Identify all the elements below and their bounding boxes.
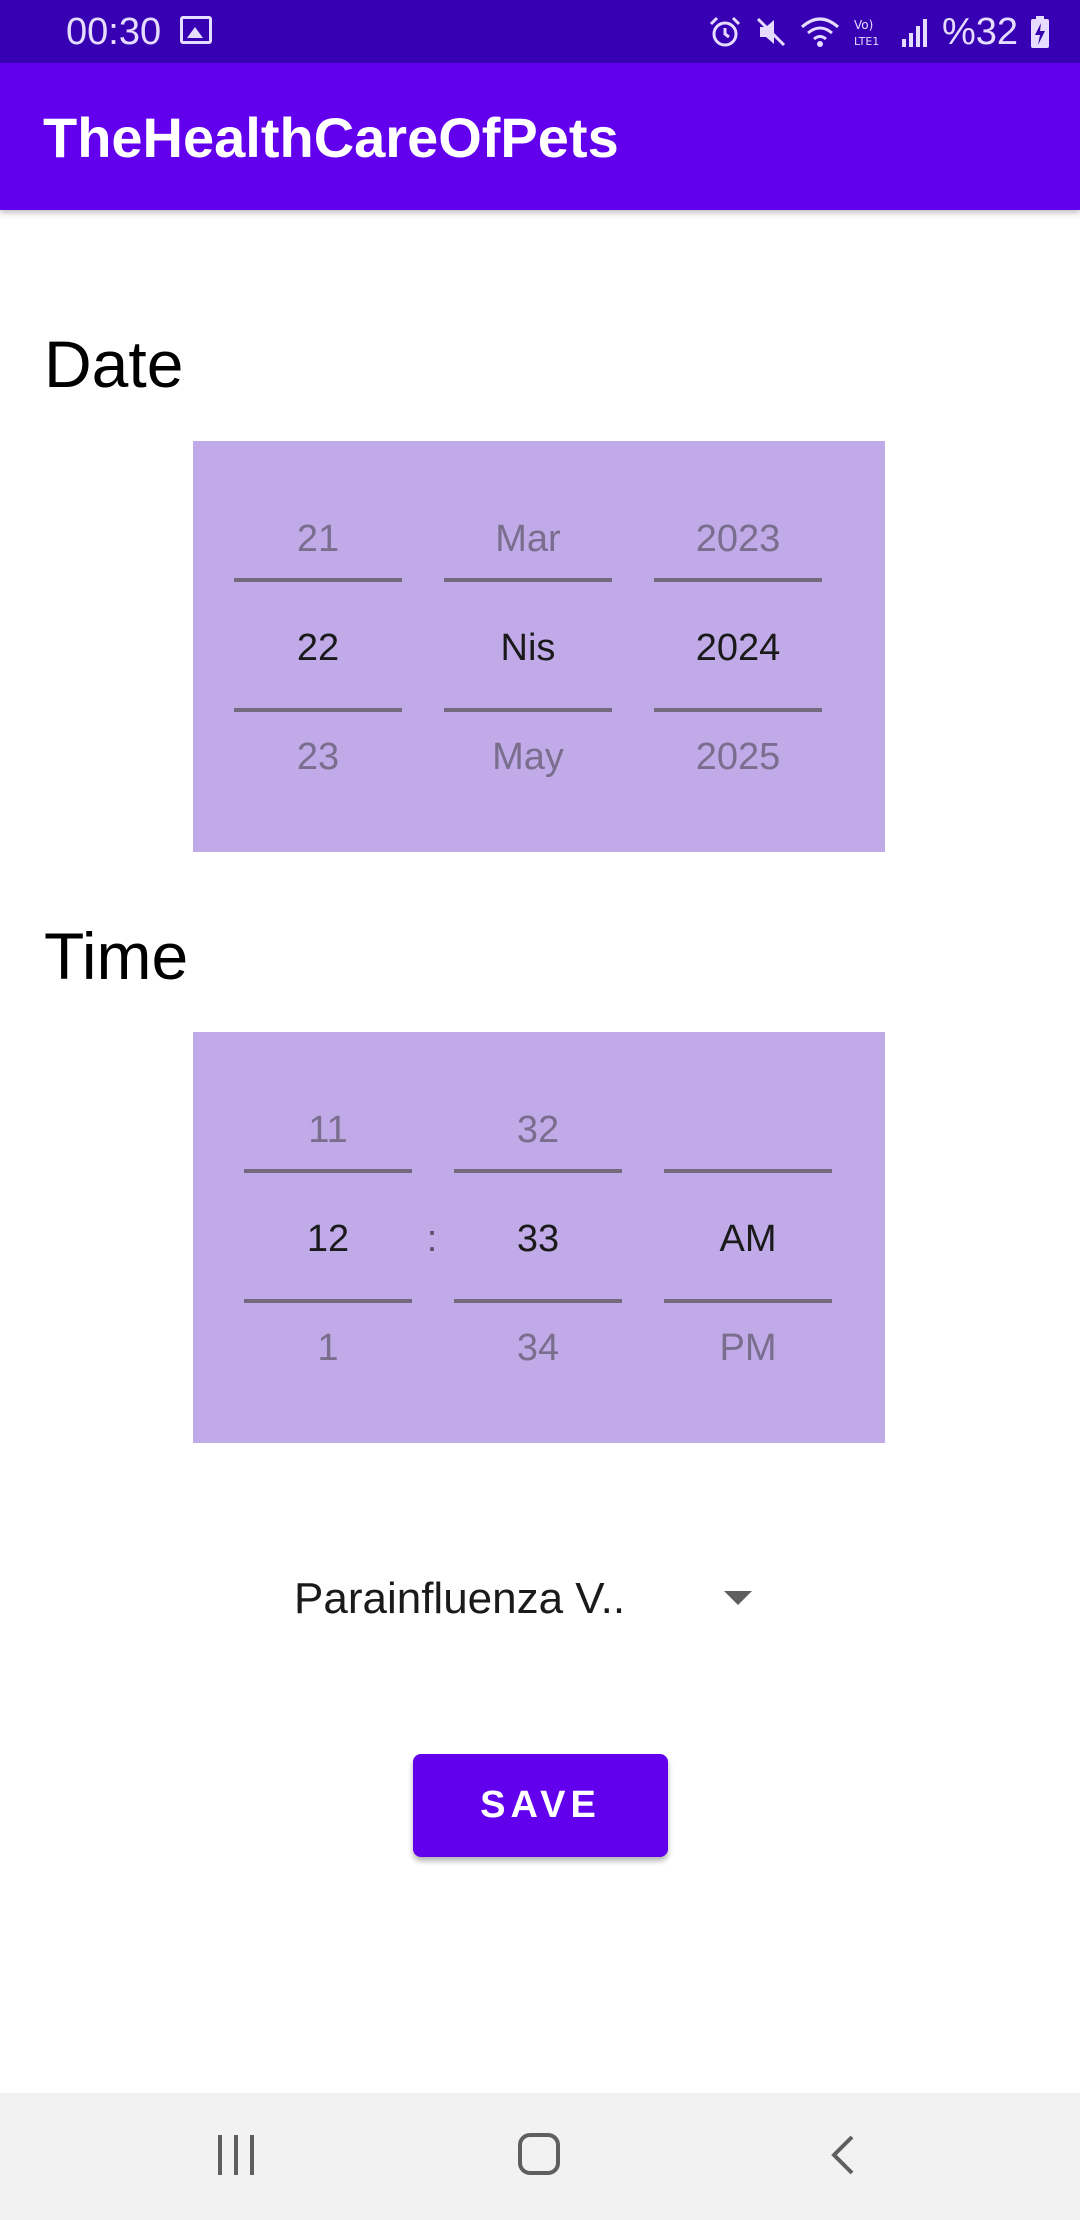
app-bar: TheHealthCareOfPets [0,63,1080,210]
day-next[interactable]: 23 [234,735,402,779]
svg-text:Vo): Vo) [854,18,873,32]
back-icon[interactable] [828,2135,858,2175]
vaccine-spinner[interactable]: Parainfluenza V.. [292,1560,762,1638]
wifi-icon [800,17,839,47]
svg-text:LTE1: LTE1 [854,35,879,48]
status-icons: Vo) LTE1 %32 [708,10,1050,54]
wheel-divider [244,1169,412,1173]
wheel-divider [654,708,822,712]
ampm-current[interactable]: AM [664,1217,832,1261]
hour-next[interactable]: 1 [244,1326,412,1370]
time-label: Time [44,919,189,993]
wheel-divider [454,1299,622,1303]
hour-prev[interactable]: 11 [244,1108,412,1152]
ampm-wheel[interactable]: AM PM [664,1032,832,1443]
save-button[interactable]: SAVE [413,1754,668,1857]
minute-prev[interactable]: 32 [454,1108,622,1152]
ampm-next[interactable]: PM [664,1326,832,1370]
spinner-selected-text: Parainfluenza V.. [294,1574,626,1623]
wheel-divider [234,578,402,582]
status-bar: 00:30 Vo) LTE1 %32 [0,0,1080,63]
battery-percent: %32 [941,11,1018,53]
date-picker: 21 22 23 Mar Nis May 2023 2024 2025 [193,441,885,852]
battery-charging-icon [1031,16,1049,48]
day-prev[interactable]: 21 [234,517,402,561]
day-wheel[interactable]: 21 22 23 [234,441,402,852]
time-separator: : [426,1218,438,1260]
year-wheel[interactable]: 2023 2024 2025 [654,441,822,852]
dropdown-arrow-icon [724,1591,752,1605]
navigation-bar [0,2093,1080,2220]
wheel-divider [244,1299,412,1303]
date-label: Date [44,327,184,401]
wheel-divider [654,578,822,582]
day-current[interactable]: 22 [234,626,402,670]
month-wheel[interactable]: Mar Nis May [444,441,612,852]
image-icon [180,16,212,44]
month-current[interactable]: Nis [444,626,612,670]
mute-icon [756,17,785,47]
time-picker: 11 12 1 : 32 33 34 AM PM [193,1032,885,1443]
home-icon[interactable] [518,2133,560,2175]
recent-apps-icon[interactable] [216,2135,256,2175]
wheel-divider [234,708,402,712]
year-current[interactable]: 2024 [654,626,822,670]
alarm-icon [709,16,740,47]
status-time: 00:30 [66,11,162,53]
wheel-divider [664,1169,832,1173]
wheel-divider [454,1169,622,1173]
wheel-divider [444,708,612,712]
month-next[interactable]: May [444,735,612,779]
app-title: TheHealthCareOfPets [43,106,619,169]
minute-wheel[interactable]: 32 33 34 [454,1032,622,1443]
year-next[interactable]: 2025 [654,735,822,779]
month-prev[interactable]: Mar [444,517,612,561]
volte-icon: Vo) LTE1 [854,18,879,48]
signal-icon [901,19,927,47]
wheel-divider [444,578,612,582]
minute-next[interactable]: 34 [454,1326,622,1370]
hour-wheel[interactable]: 11 12 1 [244,1032,412,1443]
minute-current[interactable]: 33 [454,1217,622,1261]
wheel-divider [664,1299,832,1303]
hour-current[interactable]: 12 [244,1217,412,1261]
year-prev[interactable]: 2023 [654,517,822,561]
